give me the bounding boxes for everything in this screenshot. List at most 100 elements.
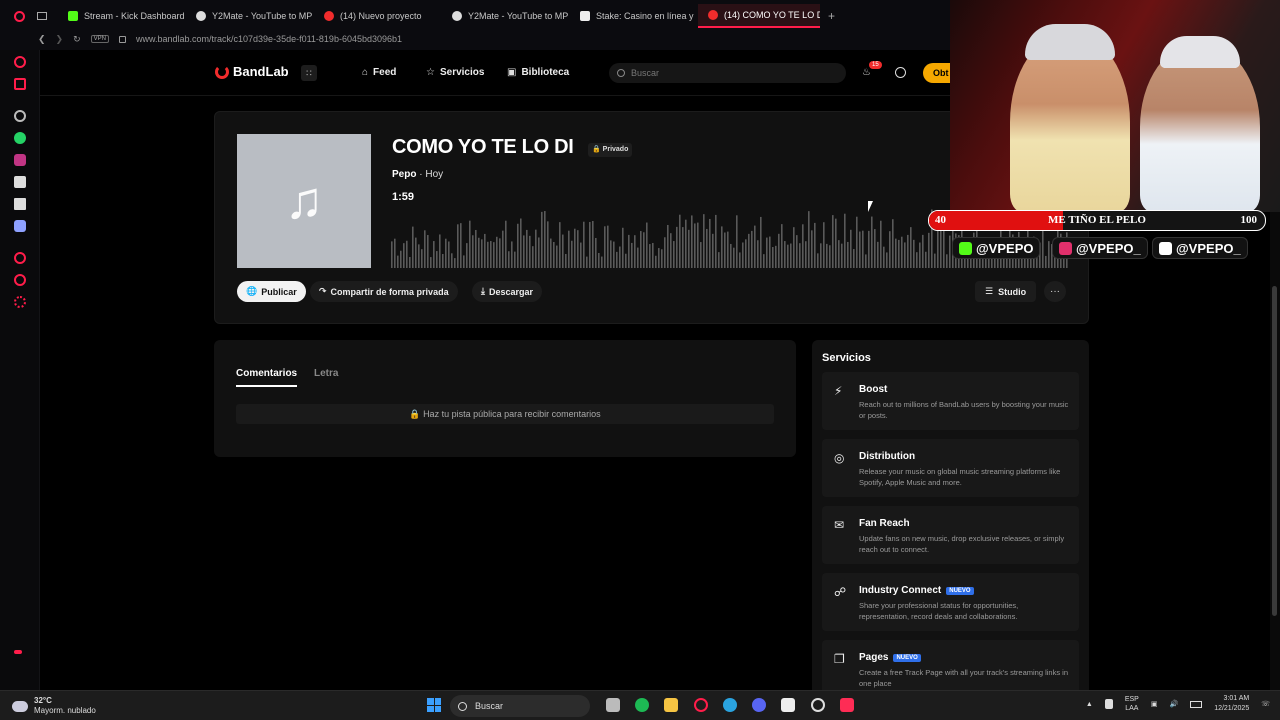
download-button[interactable]: ⤓ Descargar — [472, 281, 543, 302]
service-industry-connect[interactable]: ☍ Industry Connect NUEVO Share your profe… — [822, 573, 1079, 631]
waveform-bar — [559, 222, 561, 268]
waveform-bar — [679, 214, 681, 268]
messages-icon[interactable] — [895, 67, 906, 78]
waveform-bar — [424, 230, 426, 268]
service-pages[interactable]: ❐ Pages NUEVO Create a free Track Page wi… — [822, 640, 1079, 690]
forward-icon[interactable]: ❯ — [56, 34, 64, 45]
tab-y2mate-2[interactable]: Y2Mate - YouTube to MP — [442, 4, 570, 28]
taskbar-search[interactable]: Buscar — [450, 695, 590, 717]
vpn-badge[interactable]: VPN — [90, 35, 109, 43]
capcut-icon[interactable] — [781, 698, 795, 712]
windows-start-icon[interactable] — [427, 698, 441, 712]
language-indicator[interactable]: ESP LAA — [1125, 695, 1139, 713]
artist-link[interactable]: Pepo — [392, 169, 416, 180]
notifications-icon[interactable]: ☏ — [1261, 700, 1270, 708]
waveform-bar — [721, 226, 723, 268]
share-private-button[interactable]: ↷ Compartir de forma privada — [310, 281, 458, 302]
whatsapp-icon[interactable] — [14, 132, 26, 144]
aria-icon[interactable] — [14, 56, 26, 68]
waveform-bar — [700, 242, 702, 268]
discord-icon[interactable] — [752, 698, 766, 712]
tray-icon[interactable] — [1104, 699, 1113, 709]
waveform-bar — [505, 220, 507, 268]
nav-feed[interactable]: ⌂ Feed — [362, 67, 396, 78]
waveform-bar — [934, 253, 936, 268]
back-icon[interactable]: ❮ — [38, 34, 46, 45]
bandlab-logo[interactable]: BandLab — [215, 64, 289, 79]
scrollbar-thumb[interactable] — [1272, 286, 1277, 616]
x-icon[interactable] — [14, 198, 26, 210]
waveform-bar — [439, 234, 441, 268]
waveform-bar — [619, 246, 621, 268]
tab-kick-dashboard[interactable]: Stream - Kick Dashboard — [58, 4, 186, 28]
service-boost[interactable]: ⚡ Boost Reach out to millions of BandLab… — [822, 372, 1079, 430]
waveform-bar — [469, 220, 471, 268]
opera-logo-icon[interactable] — [14, 10, 25, 22]
url-field[interactable]: www.bandlab.com/track/c107d39e-35de-f011… — [136, 34, 402, 44]
tab-overview-icon[interactable] — [37, 12, 47, 20]
bandlab-icon — [708, 10, 718, 20]
network-icon[interactable]: ▣ — [1151, 700, 1158, 708]
waveform-bar — [709, 218, 711, 268]
search-input[interactable]: Buscar — [609, 63, 846, 83]
tiktok-icon[interactable] — [840, 698, 854, 712]
waveform-bar — [466, 243, 468, 268]
chatgpt-icon[interactable] — [811, 698, 825, 712]
waveform-bar — [496, 236, 498, 268]
waveform-bar — [625, 253, 627, 268]
tab-stake[interactable]: Stake: Casino en línea y — [570, 4, 698, 28]
waveform-bar — [643, 232, 645, 268]
tray-overflow-icon[interactable]: ▲ — [1086, 701, 1093, 708]
settings-icon[interactable] — [14, 296, 26, 308]
telegram-icon[interactable] — [723, 698, 737, 712]
tiktok-icon[interactable] — [14, 176, 26, 188]
notifications-icon[interactable]: ♨ — [862, 67, 871, 78]
new-tab-icon[interactable]: + — [820, 9, 843, 23]
battery-icon[interactable] — [1190, 700, 1203, 708]
history-icon[interactable] — [14, 252, 26, 264]
waveform-bar — [835, 218, 837, 268]
spotify-icon[interactable] — [635, 698, 649, 712]
bandlab-icon — [324, 11, 334, 21]
system-tray: ▲ ESP LAA ▣ 🔊 3:01 AM 12/21/2025 ☏ — [1086, 694, 1270, 714]
more-options-button[interactable]: ··· — [1044, 281, 1066, 302]
sidebar-more-icon[interactable] — [14, 650, 22, 654]
waveform-bar — [688, 229, 690, 268]
tab-comentarios[interactable]: Comentarios — [236, 368, 298, 387]
nav-servicios[interactable]: ☆ Servicios — [426, 67, 484, 78]
waveform-bar — [691, 215, 693, 268]
discord-icon[interactable] — [14, 220, 26, 232]
track-title: COMO YO TE LO DI — [392, 136, 574, 158]
waveform-bar — [826, 243, 828, 268]
waveform-bar — [418, 244, 420, 268]
tab-como-yo-te-lo-di[interactable]: (14) COMO YO TE LO DI — [698, 4, 820, 28]
tab-letra[interactable]: Letra — [314, 368, 338, 379]
weather-widget[interactable]: 32°C Mayorm. nublado — [12, 696, 96, 716]
extensions-icon[interactable] — [14, 274, 26, 286]
opera-icon[interactable] — [694, 698, 708, 712]
waveform-bar — [1042, 227, 1044, 268]
service-fan-reach[interactable]: ✉ Fan Reach Update fans on new music, dr… — [822, 506, 1079, 564]
publish-button[interactable]: 🌐 Publicar — [237, 281, 306, 302]
volume-icon[interactable]: 🔊 — [1169, 700, 1178, 708]
waveform-bar — [589, 221, 591, 268]
file-explorer-icon[interactable] — [664, 698, 678, 712]
waveform-bar — [436, 251, 438, 268]
workspace-icon[interactable] — [14, 78, 26, 90]
reload-icon[interactable]: ↻ — [73, 34, 81, 45]
tab-nuevo-proyecto[interactable]: (14) Nuevo proyecto — [314, 4, 442, 28]
system-clock[interactable]: 3:01 AM 12/21/2025 — [1214, 694, 1249, 714]
instagram-icon[interactable] — [14, 154, 26, 166]
tab-y2mate[interactable]: Y2Mate - YouTube to MP — [186, 4, 314, 28]
waveform-bar — [772, 246, 774, 268]
studio-button[interactable]: ☰ Studio — [975, 281, 1037, 302]
chatgpt-icon[interactable] — [14, 110, 26, 122]
windows-taskbar: 32°C Mayorm. nublado Buscar ▲ ESP LAA ▣ … — [0, 690, 1280, 720]
waveform-bar — [685, 219, 687, 268]
track-cover[interactable]: ♫ — [237, 134, 371, 268]
nav-biblioteca[interactable]: ▣ Biblioteca — [507, 67, 569, 78]
apps-grid-icon[interactable]: ∷ — [301, 65, 317, 81]
waveform-bar — [511, 241, 513, 268]
service-distribution[interactable]: ◎ Distribution Release your music on glo… — [822, 439, 1079, 497]
task-view-icon[interactable] — [606, 698, 620, 712]
